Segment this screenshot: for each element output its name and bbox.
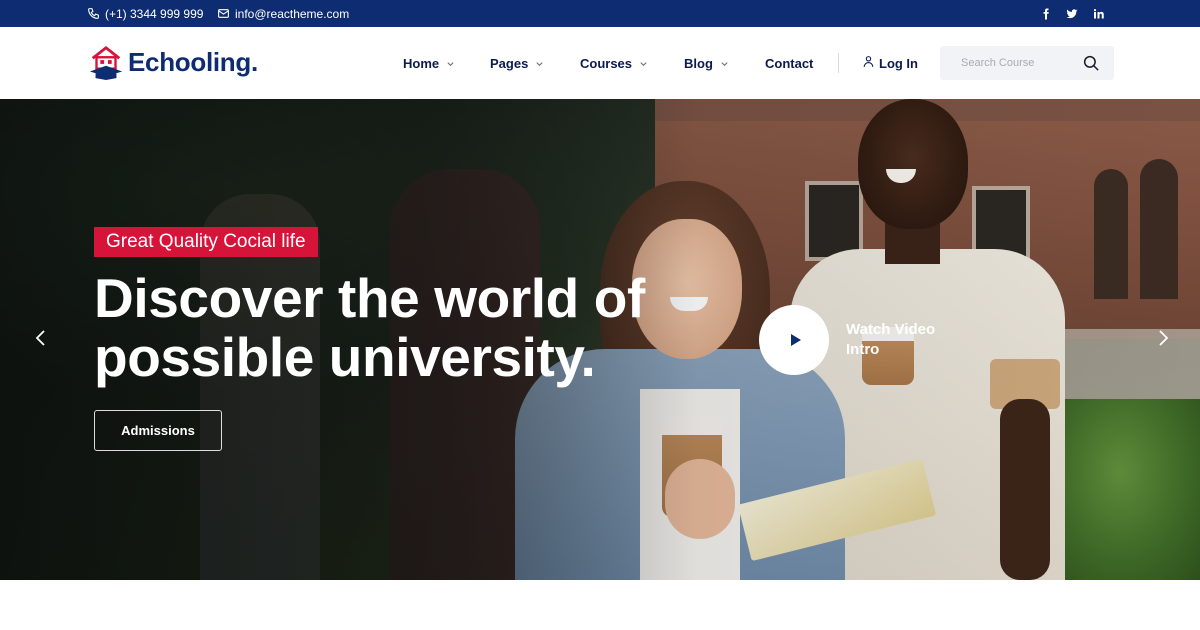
phone-number: (+1) 3344 999 999 xyxy=(105,6,204,21)
nav-contact-label: Contact xyxy=(765,55,814,71)
facebook-link[interactable] xyxy=(1040,8,1052,20)
nav-courses[interactable]: Courses xyxy=(580,27,648,99)
phone-icon xyxy=(88,8,99,19)
admissions-button[interactable]: Admissions xyxy=(94,410,222,451)
site-logo[interactable]: Echooling. xyxy=(87,42,258,82)
twitter-link[interactable] xyxy=(1066,8,1078,20)
slider-next-button[interactable] xyxy=(1155,327,1171,349)
logo-wordmark: Echooling xyxy=(128,46,251,77)
login-link[interactable]: Log In xyxy=(862,27,918,99)
watch-video-line: Watch Video xyxy=(846,321,936,338)
search-icon xyxy=(1083,55,1099,71)
facebook-icon xyxy=(1043,8,1049,19)
chevron-right-icon xyxy=(1158,330,1168,346)
logo-dot: . xyxy=(250,46,258,77)
search-button[interactable] xyxy=(1082,54,1100,72)
main-header: Echooling. Home Pages Courses Blog Conta… xyxy=(0,27,1200,99)
user-icon xyxy=(863,55,874,67)
mail-icon xyxy=(218,9,229,18)
linkedin-icon xyxy=(1093,8,1104,18)
nav-blog-label: Blog xyxy=(684,55,713,71)
hero-badge: Great Quality Cocial life xyxy=(94,227,318,257)
logo-text: Echooling. xyxy=(128,47,258,78)
topbar-phone[interactable]: (+1) 3344 999 999 xyxy=(87,0,203,27)
nav-home[interactable]: Home xyxy=(403,27,455,99)
nav-courses-label: Courses xyxy=(580,55,633,71)
linkedin-link[interactable] xyxy=(1092,8,1104,20)
play-icon xyxy=(790,334,801,346)
nav-home-label: Home xyxy=(403,55,440,71)
nav-contact[interactable]: Contact xyxy=(765,27,813,99)
login-label: Log In xyxy=(879,55,918,71)
hero-title: Discover the world of possible universit… xyxy=(94,269,714,387)
nav-blog[interactable]: Blog xyxy=(684,27,729,99)
slider-prev-button[interactable] xyxy=(32,327,48,349)
chevron-down-icon xyxy=(536,61,543,66)
hero-title-line: possible university. xyxy=(94,326,596,388)
watch-video-label[interactable]: Watch Video Intro xyxy=(846,320,956,360)
social-links xyxy=(1040,0,1104,27)
nav-divider xyxy=(838,53,839,73)
hero-slider: Great Quality Cocial life Discover the w… xyxy=(0,99,1200,580)
top-bar: (+1) 3344 999 999 info@reactheme.com xyxy=(0,0,1200,27)
chevron-down-icon xyxy=(447,61,454,66)
watch-video-line: Intro xyxy=(846,341,880,358)
chevron-down-icon xyxy=(721,61,728,66)
search-input[interactable] xyxy=(940,46,1080,80)
email-address: info@reactheme.com xyxy=(235,6,350,21)
chevron-down-icon xyxy=(640,61,647,66)
chevron-left-icon xyxy=(35,330,45,346)
search-box xyxy=(940,46,1114,80)
nav-pages-label: Pages xyxy=(490,55,529,71)
twitter-icon xyxy=(1066,8,1078,18)
hero-title-line: Discover the world of xyxy=(94,267,645,329)
topbar-email[interactable]: info@reactheme.com xyxy=(217,0,349,27)
nav-pages[interactable]: Pages xyxy=(490,27,544,99)
school-building-icon xyxy=(89,45,123,81)
play-video-button[interactable] xyxy=(759,305,829,375)
